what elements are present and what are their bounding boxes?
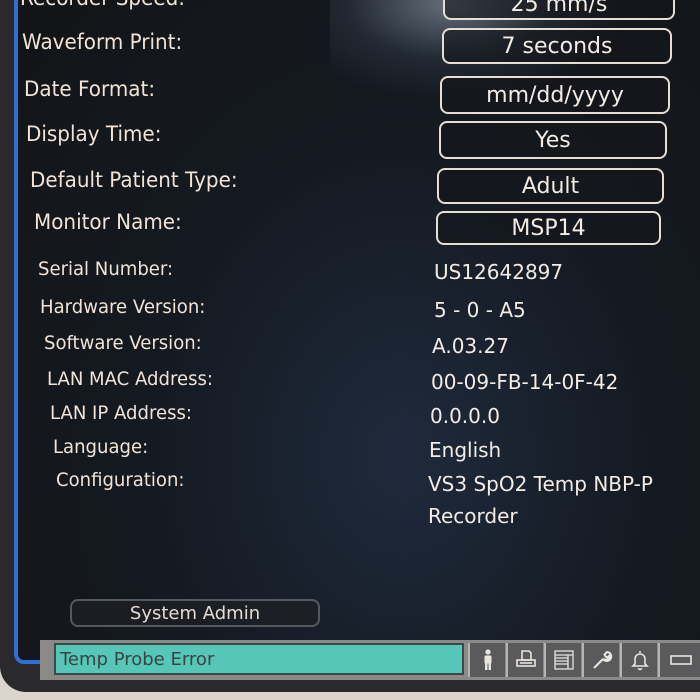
monitor-name-label: Monitor Name: (34, 210, 182, 234)
configuration-label: Configuration: (56, 469, 185, 491)
waveform-print-label: Waveform Print: (22, 30, 183, 54)
system-admin-button[interactable]: System Admin (70, 599, 320, 627)
language-value: English (429, 438, 502, 462)
display-time-field[interactable]: Yes (439, 121, 667, 159)
patient-icon (484, 649, 491, 670)
lan-mac-address-value: 00-09-FB-14-0F-42 (431, 370, 619, 394)
serial-number-label: Serial Number: (38, 258, 174, 280)
setup-button[interactable] (582, 643, 619, 677)
default-patient-type-label: Default Patient Type: (30, 168, 238, 192)
alert-message[interactable]: Temp Probe Error (54, 643, 464, 675)
lan-mac-address-label: LAN MAC Address: (47, 368, 213, 390)
alarm-bell-icon (630, 651, 649, 671)
lan-ip-address-label: LAN IP Address: (50, 402, 192, 424)
date-format-label: Date Format: (24, 77, 156, 101)
display-button[interactable] (658, 643, 700, 677)
printer-icon (515, 650, 536, 667)
date-format-field[interactable]: mm/dd/yyyy (440, 76, 670, 114)
display-icon (670, 655, 692, 665)
alarms-button[interactable] (620, 643, 657, 677)
waveform-print-field[interactable]: 7 seconds (442, 28, 672, 64)
monitor-name-field[interactable]: MSP14 (436, 211, 661, 245)
hardware-version-value: 5 - 0 - A5 (434, 298, 526, 322)
recorder-speed-label: Recorder Speed: (20, 0, 185, 10)
hardware-version-label: Hardware Version: (40, 296, 206, 318)
configuration-value-line2: Recorder (428, 504, 518, 528)
serial-number-value: US12642897 (434, 260, 564, 284)
wrench-icon (592, 650, 612, 669)
trends-button[interactable] (544, 643, 581, 677)
configuration-value: VS3 SpO2 Temp NBP-P (428, 472, 653, 496)
default-patient-type-field[interactable]: Adult (437, 168, 664, 204)
patient-button[interactable] (468, 643, 505, 677)
display-time-label: Display Time: (26, 122, 162, 146)
software-version-label: Software Version: (44, 332, 202, 354)
recorder-speed-field[interactable]: 25 mm/s (443, 0, 675, 20)
language-label: Language: (53, 436, 149, 458)
lan-ip-address-value: 0.0.0.0 (430, 404, 500, 428)
print-button[interactable] (506, 643, 543, 677)
software-version-value: A.03.27 (432, 334, 509, 358)
trends-icon (553, 650, 574, 670)
